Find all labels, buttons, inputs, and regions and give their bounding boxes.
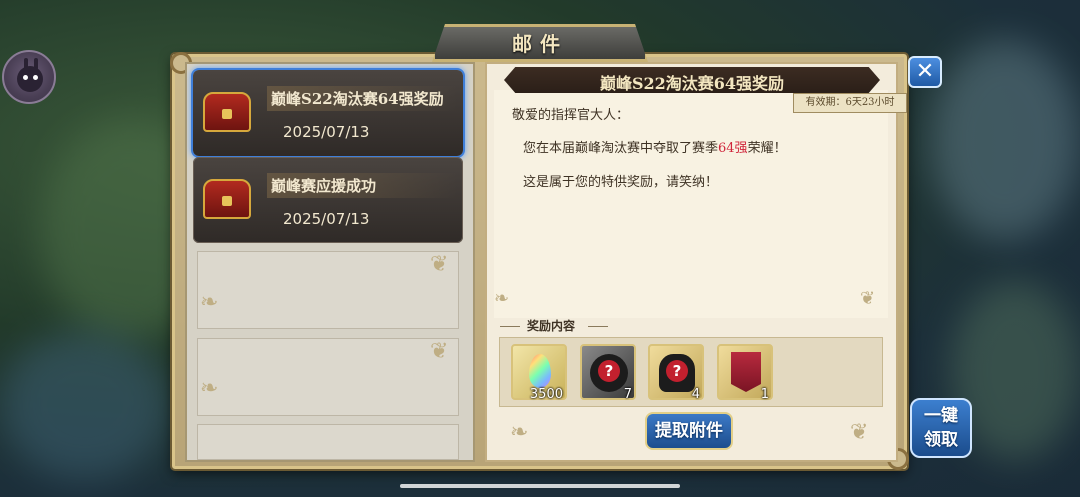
reward-count: 1 bbox=[760, 387, 769, 402]
rainbow-crystal-icon bbox=[529, 354, 551, 388]
flourish-ornament-icon: ❧ bbox=[510, 420, 529, 445]
letter-line-1: 您在本届巅峰淘汰赛中夺取了赛季64强荣耀！ bbox=[523, 137, 787, 156]
expiry-badge: 有效期：6天23小时 bbox=[793, 93, 907, 113]
flourish-ornament-icon: ❦ bbox=[430, 252, 449, 277]
flourish-ornament-icon: ❧ bbox=[200, 376, 219, 401]
reward-item[interactable]: ? 7 bbox=[580, 344, 636, 402]
reward-count: 4 bbox=[691, 387, 700, 402]
map-background bbox=[0, 330, 170, 480]
letter-greeting: 敬爱的指挥官大人： bbox=[512, 108, 630, 123]
window-title: 邮件 bbox=[512, 32, 568, 56]
rank-highlight: 64强 bbox=[718, 141, 748, 156]
mail-item[interactable]: 巅峰赛应援成功 2025/07/13 bbox=[193, 157, 463, 243]
letter-line-2: 这是属于您的特供奖励，请笑纳！ bbox=[523, 175, 719, 190]
letter-line-1-suffix: 荣耀！ bbox=[747, 141, 787, 156]
mail-item-selected[interactable]: 巅峰S22淘汰赛64强奖励 2025/07/13 bbox=[193, 70, 463, 156]
mail-item-date: 2025/07/13 bbox=[283, 210, 370, 228]
empty-mail-slot bbox=[197, 251, 459, 329]
claim-all-label: 一键 领取 bbox=[924, 406, 958, 450]
treasure-chest-icon bbox=[203, 179, 251, 219]
flourish-ornament-icon: ❦ bbox=[430, 339, 449, 364]
home-indicator[interactable] bbox=[400, 484, 680, 488]
avatar-eye bbox=[23, 75, 28, 80]
mail-item-title: 巅峰S22淘汰赛64强奖励 bbox=[267, 86, 457, 111]
player-avatar[interactable] bbox=[2, 50, 56, 104]
close-button[interactable]: ✕ bbox=[908, 56, 942, 88]
reward-count: 7 bbox=[623, 387, 632, 402]
mail-item-date: 2025/07/13 bbox=[283, 123, 370, 141]
treasure-chest-icon bbox=[203, 92, 251, 132]
question-mark-icon: ? bbox=[598, 360, 620, 382]
reward-item[interactable]: 3500 bbox=[511, 344, 567, 402]
avatar-face bbox=[17, 66, 43, 92]
mail-subject: 巅峰S22淘汰赛64强奖励 bbox=[599, 74, 785, 93]
empty-mail-slot bbox=[197, 424, 459, 460]
reward-count: 3500 bbox=[529, 387, 563, 402]
letter-line-1-prefix: 您在本届巅峰淘汰赛中夺取了赛季 bbox=[523, 141, 719, 156]
claim-attachment-button[interactable]: 提取附件 bbox=[645, 412, 733, 450]
letter-body-area[interactable] bbox=[494, 90, 888, 318]
reward-item[interactable]: ? 4 bbox=[648, 344, 704, 402]
rewards-label: 奖励内容 bbox=[527, 319, 576, 333]
avatar-eye bbox=[33, 75, 38, 80]
flourish-ornament-icon: ❧ bbox=[494, 288, 510, 309]
flourish-ornament-icon: ❦ bbox=[850, 420, 869, 445]
empty-mail-slot bbox=[197, 338, 459, 416]
banner-emblem-icon bbox=[731, 352, 761, 392]
claim-all-button[interactable]: 一键 领取 bbox=[910, 398, 972, 458]
question-mark-icon: ? bbox=[666, 360, 688, 382]
mail-item-title: 巅峰赛应援成功 bbox=[267, 173, 457, 198]
reward-item[interactable]: 1 bbox=[717, 344, 773, 402]
flourish-ornament-icon: ❦ bbox=[860, 288, 876, 309]
divider bbox=[588, 326, 608, 327]
flourish-ornament-icon: ❧ bbox=[200, 290, 219, 315]
map-background bbox=[930, 40, 1080, 240]
divider bbox=[500, 326, 520, 327]
